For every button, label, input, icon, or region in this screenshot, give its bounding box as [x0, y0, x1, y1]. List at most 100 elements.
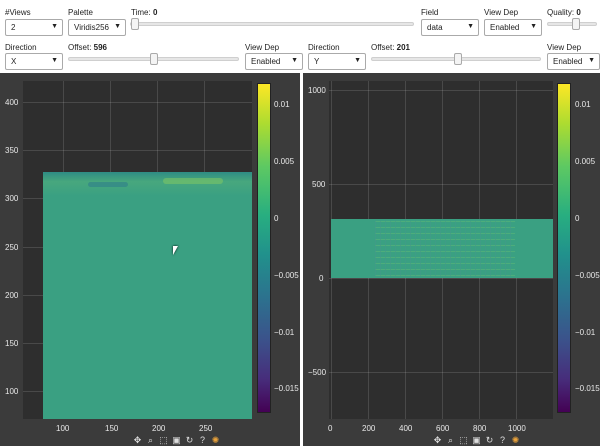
- reset-tool-icon[interactable]: ↻: [185, 435, 194, 446]
- field-value: data: [427, 23, 443, 32]
- reset-tool-icon[interactable]: ↻: [485, 435, 494, 446]
- left-view-dep-select[interactable]: Enabled ▼: [245, 53, 303, 70]
- x-tick-label: 150: [105, 424, 119, 433]
- x-tick-label: 200: [152, 424, 166, 433]
- left-slice-image: [43, 172, 252, 419]
- left-offset-slider[interactable]: [68, 53, 239, 65]
- x-tick-label: 600: [436, 424, 450, 433]
- y-tick-label: 0: [319, 274, 324, 283]
- chevron-down-icon: ▼: [530, 23, 537, 30]
- x-tick-label: 400: [399, 424, 413, 433]
- palette-value: Viridis256: [74, 23, 109, 32]
- x-tick-label: 200: [362, 424, 376, 433]
- y-tick-label: 400: [5, 98, 19, 107]
- left-offset-slider-handle[interactable]: [150, 53, 158, 65]
- y-tick-label: 1000: [308, 86, 326, 95]
- box-zoom-tool-icon[interactable]: ⬚: [459, 435, 468, 446]
- logo-icon: ✺: [211, 434, 220, 445]
- mouse-cursor-icon: [173, 246, 178, 255]
- left-offset-label-text: Offset:: [68, 43, 92, 52]
- colorbar-tick-label: 0: [274, 214, 279, 223]
- right-offset-label: Offset: 201: [371, 43, 410, 52]
- colorbar-tick-label: 0: [575, 214, 580, 223]
- right-direction-select[interactable]: Y ▼: [308, 53, 366, 70]
- box-zoom-tool-icon[interactable]: ⬚: [159, 435, 168, 446]
- right-offset-value: 201: [396, 43, 411, 52]
- x-tick-label: 100: [56, 424, 70, 433]
- save-tool-icon[interactable]: ▣: [172, 435, 181, 446]
- quality-value: 0: [576, 8, 581, 17]
- right-view-dep-value: Enabled: [553, 57, 583, 66]
- y-tick-label: 250: [5, 243, 19, 252]
- chevron-down-icon: ▼: [291, 57, 298, 64]
- time-slider[interactable]: [130, 18, 414, 30]
- quality-slider-handle[interactable]: [572, 18, 580, 30]
- left-offset-label: Offset: 596: [68, 43, 107, 52]
- palette-label: Palette: [68, 8, 93, 17]
- left-offset-value: 596: [93, 43, 108, 52]
- chevron-down-icon: ▼: [114, 23, 121, 30]
- field-select[interactable]: data ▼: [421, 19, 479, 36]
- view-dep-value: Enabled: [490, 23, 520, 32]
- right-direction-value: Y: [314, 57, 320, 66]
- y-tick-label: 150: [5, 339, 19, 348]
- time-label: Time: 0: [131, 8, 157, 17]
- time-slider-handle[interactable]: [131, 18, 139, 30]
- views-label: #Views: [5, 8, 31, 17]
- time-label-text: Time:: [131, 8, 151, 17]
- colorbar-tick-label: −0.005: [575, 271, 600, 280]
- save-tool-icon[interactable]: ▣: [472, 435, 481, 446]
- help-tool-icon[interactable]: ?: [498, 435, 507, 445]
- y-tick-label: 100: [5, 387, 19, 396]
- logo-icon: ✺: [511, 434, 520, 445]
- colorbar-tick-label: 0.005: [274, 157, 295, 166]
- left-direction-select[interactable]: X ▼: [5, 53, 63, 70]
- chevron-down-icon: ▼: [467, 23, 474, 30]
- left-view-dep-value: Enabled: [251, 57, 281, 66]
- colorbar-tick-label: −0.015: [575, 384, 600, 393]
- left-view-dep-label: View Dep: [245, 43, 280, 52]
- quality-label-text: Quality:: [547, 8, 575, 17]
- colorbar-tick-label: 0.01: [575, 100, 591, 109]
- y-tick-label: 500: [312, 180, 326, 189]
- right-direction-label: Direction: [308, 43, 340, 52]
- left-toolbar: ✥ ⌕ ⬚ ▣ ↻ ? ✺: [133, 434, 220, 446]
- right-view-dep-select[interactable]: Enabled ▼: [547, 53, 600, 70]
- palette-select[interactable]: Viridis256 ▼: [68, 19, 126, 36]
- colorbar-tick-label: −0.015: [274, 384, 299, 393]
- colorbar-tick-label: 0.01: [274, 100, 290, 109]
- left-plot-area[interactable]: [23, 81, 252, 419]
- left-direction-value: X: [11, 57, 17, 66]
- zoom-tool-icon[interactable]: ⌕: [446, 435, 455, 446]
- zoom-tool-icon[interactable]: ⌕: [146, 435, 155, 446]
- right-view-panel[interactable]: 1000 500 0 −500 0 200 400 600 800 1000 0…: [303, 73, 600, 446]
- right-offset-slider-handle[interactable]: [454, 53, 462, 65]
- views-select[interactable]: 2 ▼: [5, 19, 63, 36]
- view-dep-select[interactable]: Enabled ▼: [484, 19, 542, 36]
- y-tick-label: 350: [5, 146, 19, 155]
- views-value: 2: [11, 23, 16, 32]
- right-offset-slider[interactable]: [371, 53, 541, 65]
- left-direction-label: Direction: [5, 43, 37, 52]
- pan-tool-icon[interactable]: ✥: [433, 435, 442, 446]
- y-tick-label: 300: [5, 194, 19, 203]
- colorbar-tick-label: −0.005: [274, 271, 299, 280]
- colorbar-tick-label: −0.01: [575, 328, 596, 337]
- quality-slider[interactable]: [547, 18, 597, 30]
- quality-label: Quality: 0: [547, 8, 581, 17]
- chevron-down-icon: ▼: [51, 23, 58, 30]
- left-view-panel[interactable]: 400 350 300 250 200 150 100 100 150 200 …: [0, 73, 300, 446]
- field-label: Field: [421, 8, 439, 17]
- view-dep-label: View Dep: [484, 8, 519, 17]
- colorbar-tick-label: −0.01: [274, 328, 295, 337]
- help-tool-icon[interactable]: ?: [198, 435, 207, 445]
- right-plot-area[interactable]: [329, 81, 553, 419]
- pan-tool-icon[interactable]: ✥: [133, 435, 142, 446]
- time-value: 0: [152, 8, 158, 17]
- y-tick-label: −500: [308, 368, 327, 377]
- right-colorbar: [557, 83, 571, 413]
- left-colorbar: [257, 83, 271, 413]
- colorbar-tick-label: 0.005: [575, 157, 596, 166]
- right-slice-image: [331, 219, 553, 278]
- chevron-down-icon: ▼: [51, 57, 58, 64]
